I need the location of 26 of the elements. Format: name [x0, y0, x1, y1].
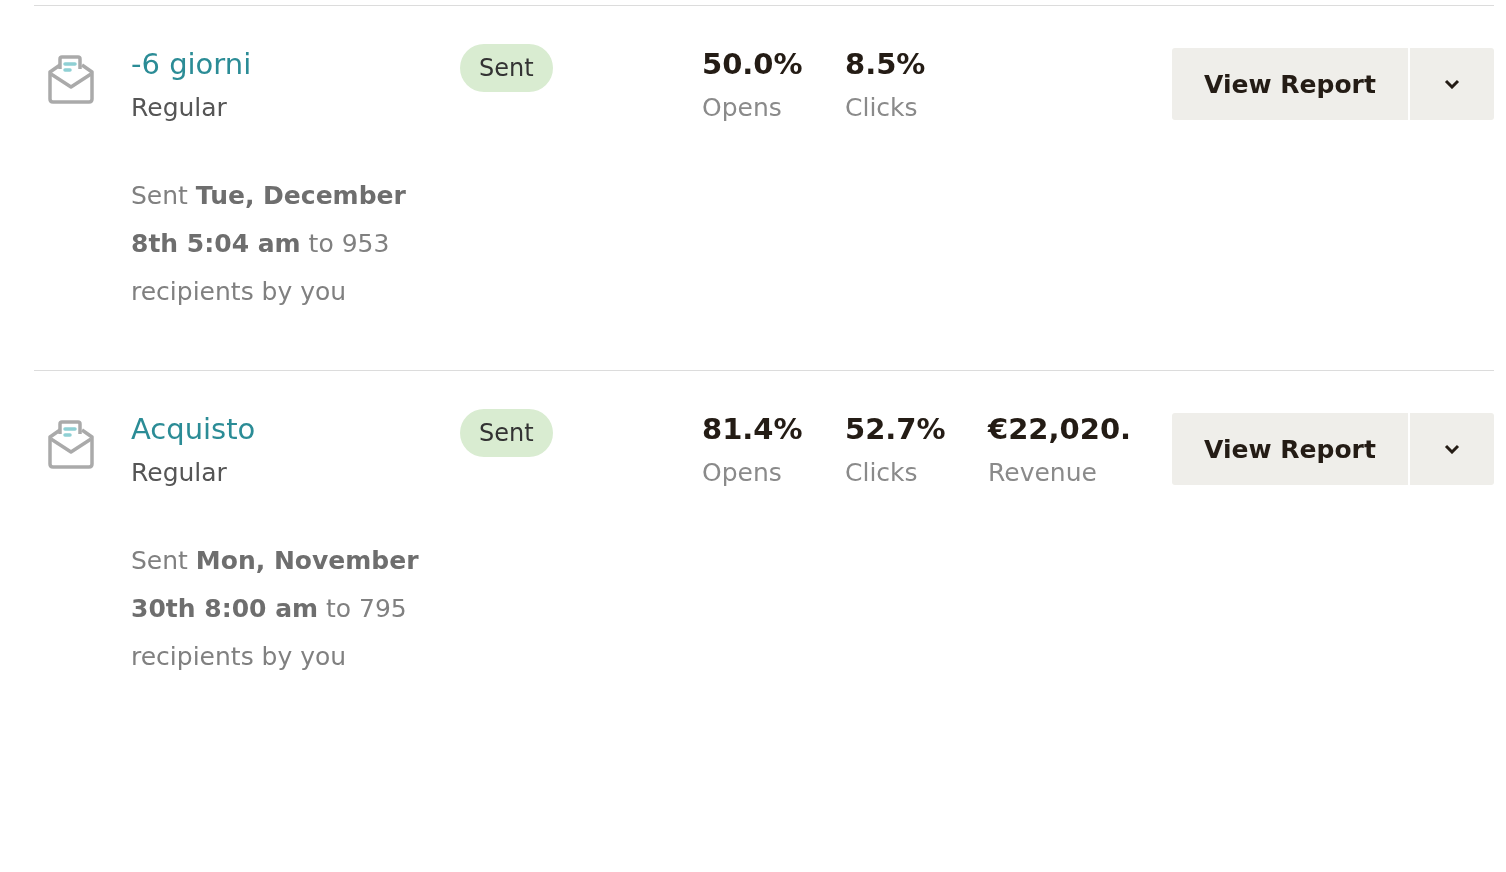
stat-label: Opens — [702, 92, 782, 124]
view-report-button[interactable]: View Report — [1172, 48, 1408, 120]
stat-value: 52.7% — [845, 411, 946, 448]
stat-label: Opens — [702, 457, 782, 489]
stat-value: 50.0% — [702, 46, 803, 83]
dropdown-button[interactable] — [1410, 413, 1494, 485]
status-badge: Sent — [460, 44, 553, 92]
campaign-title-link[interactable]: Acquisto — [131, 407, 256, 451]
stat-label: Clicks — [845, 92, 918, 124]
stat-label: Revenue — [988, 457, 1097, 489]
status-badge: Sent — [460, 409, 553, 457]
stat-value: 81.4% — [702, 411, 803, 448]
campaign-type: Regular — [131, 457, 227, 489]
campaign-type: Regular — [131, 92, 227, 124]
chevron-down-icon — [1444, 444, 1460, 454]
envelope-icon — [46, 55, 96, 105]
sent-info: Sent Tue, December 8th 5:04 am to 953 recipients by you — [131, 180, 407, 308]
sent-info: Sent Mon, November 30th 8:00 am to 795 recipients by you — [131, 545, 420, 673]
envelope-icon — [46, 420, 96, 470]
campaign-title-link[interactable]: -6 giorni — [131, 42, 252, 86]
stat-value: €22,020. — [988, 411, 1132, 448]
stat-label: Clicks — [845, 457, 918, 489]
dropdown-button[interactable] — [1410, 48, 1494, 120]
chevron-down-icon — [1444, 79, 1460, 89]
view-report-button[interactable]: View Report — [1172, 413, 1408, 485]
stat-value: 8.5% — [845, 46, 926, 83]
